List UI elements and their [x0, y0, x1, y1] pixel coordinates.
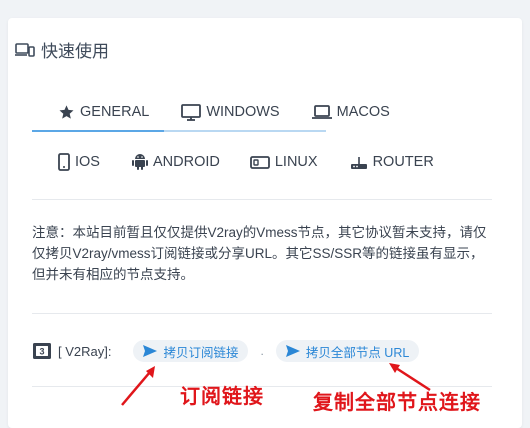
- annotation-copy-all-nodes: 复制全部节点连接: [313, 390, 481, 414]
- annotation-subscription-link: 订阅链接: [180, 384, 264, 408]
- annotation-arrow-left: [121, 363, 431, 406]
